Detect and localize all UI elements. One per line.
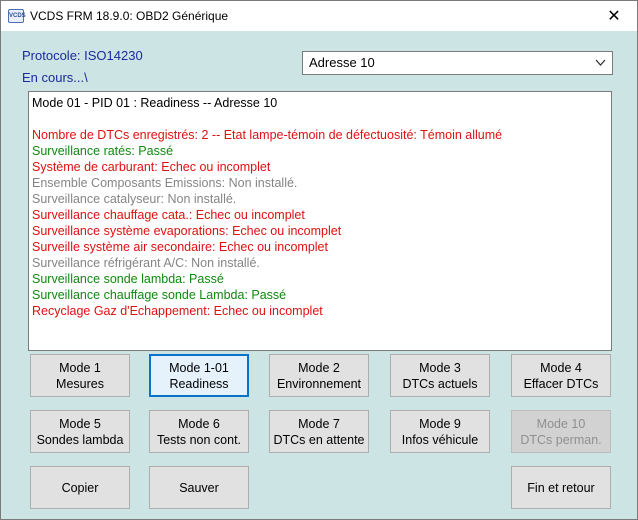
button-label: Mode 1 — [59, 360, 101, 375]
result-line: Ensemble Composants Emissions: Non insta… — [32, 176, 298, 190]
address-select[interactable]: Adresse 10 — [302, 51, 613, 75]
mode-7-button[interactable]: Mode 7 DTCs en attente — [269, 410, 369, 453]
status-label: En cours...\ — [22, 70, 88, 85]
copy-button[interactable]: Copier — [30, 466, 130, 509]
button-label: Mode 4 — [540, 360, 582, 375]
button-label: Sauver — [179, 480, 219, 495]
button-label: Mode 7 — [298, 416, 340, 431]
mode-3-button[interactable]: Mode 3 DTCs actuels — [390, 354, 490, 397]
result-line: Surveillance ratés: Passé — [32, 144, 174, 158]
button-label: Mode 5 — [59, 416, 101, 431]
address-select-value: Adresse 10 — [309, 55, 375, 70]
mode-2-button[interactable]: Mode 2 Environnement — [269, 354, 369, 397]
button-label: Mode 10 — [536, 416, 586, 431]
result-line: Système de carburant: Echec ou incomplet — [32, 160, 271, 174]
result-line: Surveillance réfrigérant A/C: Non instal… — [32, 256, 260, 270]
result-line: Surveillance catalyseur: Non installé. — [32, 192, 237, 206]
button-sublabel: Readiness — [169, 376, 229, 391]
button-label: Mode 9 — [419, 416, 461, 431]
results-header: Mode 01 - PID 01 : Readiness -- Adresse … — [32, 96, 278, 110]
button-sublabel: Effacer DTCs — [523, 376, 599, 391]
result-line: Surveille système air secondaire: Echec … — [32, 240, 328, 254]
result-line: Recyclage Gaz d'Echappement: Echec ou in… — [32, 304, 323, 318]
button-sublabel: DTCs perman. — [520, 432, 602, 447]
mode-10-button: Mode 10 DTCs perman. — [511, 410, 611, 453]
result-line: Nombre de DTCs enregistrés: 2 -- Etat la… — [32, 128, 503, 142]
button-sublabel: Tests non cont. — [156, 432, 242, 447]
button-label: Mode 2 — [298, 360, 340, 375]
result-line: Surveillance sonde lambda: Passé — [32, 272, 224, 286]
protocol-label: Protocole: ISO14230 — [22, 48, 143, 63]
mode-6-button[interactable]: Mode 6 Tests non cont. — [149, 410, 249, 453]
title-bar: VCDS VCDS FRM 18.9.0: OBD2 Générique ✕ — [1, 1, 637, 31]
chevron-down-icon[interactable] — [595, 52, 606, 82]
button-label: Copier — [61, 480, 99, 495]
button-label: Mode 3 — [419, 360, 461, 375]
mode-1-button[interactable]: Mode 1 Mesures — [30, 354, 130, 397]
mode-9-button[interactable]: Mode 9 Infos véhicule — [390, 410, 490, 453]
results-text-area[interactable]: Mode 01 - PID 01 : Readiness -- Adresse … — [28, 91, 612, 351]
save-button[interactable]: Sauver — [149, 466, 249, 509]
mode-5-button[interactable]: Mode 5 Sondes lambda — [30, 410, 130, 453]
result-line: Surveillance chauffage cata.: Echec ou i… — [32, 208, 305, 222]
button-sublabel: Mesures — [56, 376, 104, 391]
button-label: Mode 6 — [178, 416, 220, 431]
result-line: Surveillance système evaporations: Echec… — [32, 224, 342, 238]
window-title: VCDS FRM 18.9.0: OBD2 Générique — [30, 9, 229, 23]
vcds-app-icon: VCDS — [8, 9, 26, 23]
exit-button[interactable]: Fin et retour — [511, 466, 611, 509]
results-list: Nombre de DTCs enregistrés: 2 -- Etat la… — [32, 127, 611, 319]
button-sublabel: Infos véhicule — [401, 432, 479, 447]
button-sublabel: Sondes lambda — [36, 432, 124, 447]
button-label: Mode 1-01 — [169, 360, 229, 375]
button-sublabel: DTCs actuels — [402, 376, 478, 391]
button-label: Fin et retour — [527, 480, 595, 495]
button-sublabel: Environnement — [276, 376, 362, 391]
result-line: Surveillance chauffage sonde Lambda: Pas… — [32, 288, 287, 302]
mode-4-button[interactable]: Mode 4 Effacer DTCs — [511, 354, 611, 397]
button-sublabel: DTCs en attente — [273, 432, 365, 447]
mode-1-01-button[interactable]: Mode 1-01 Readiness — [149, 354, 249, 397]
close-icon[interactable]: ✕ — [591, 1, 637, 31]
app-window: VCDS VCDS FRM 18.9.0: OBD2 Générique ✕ P… — [0, 0, 638, 520]
